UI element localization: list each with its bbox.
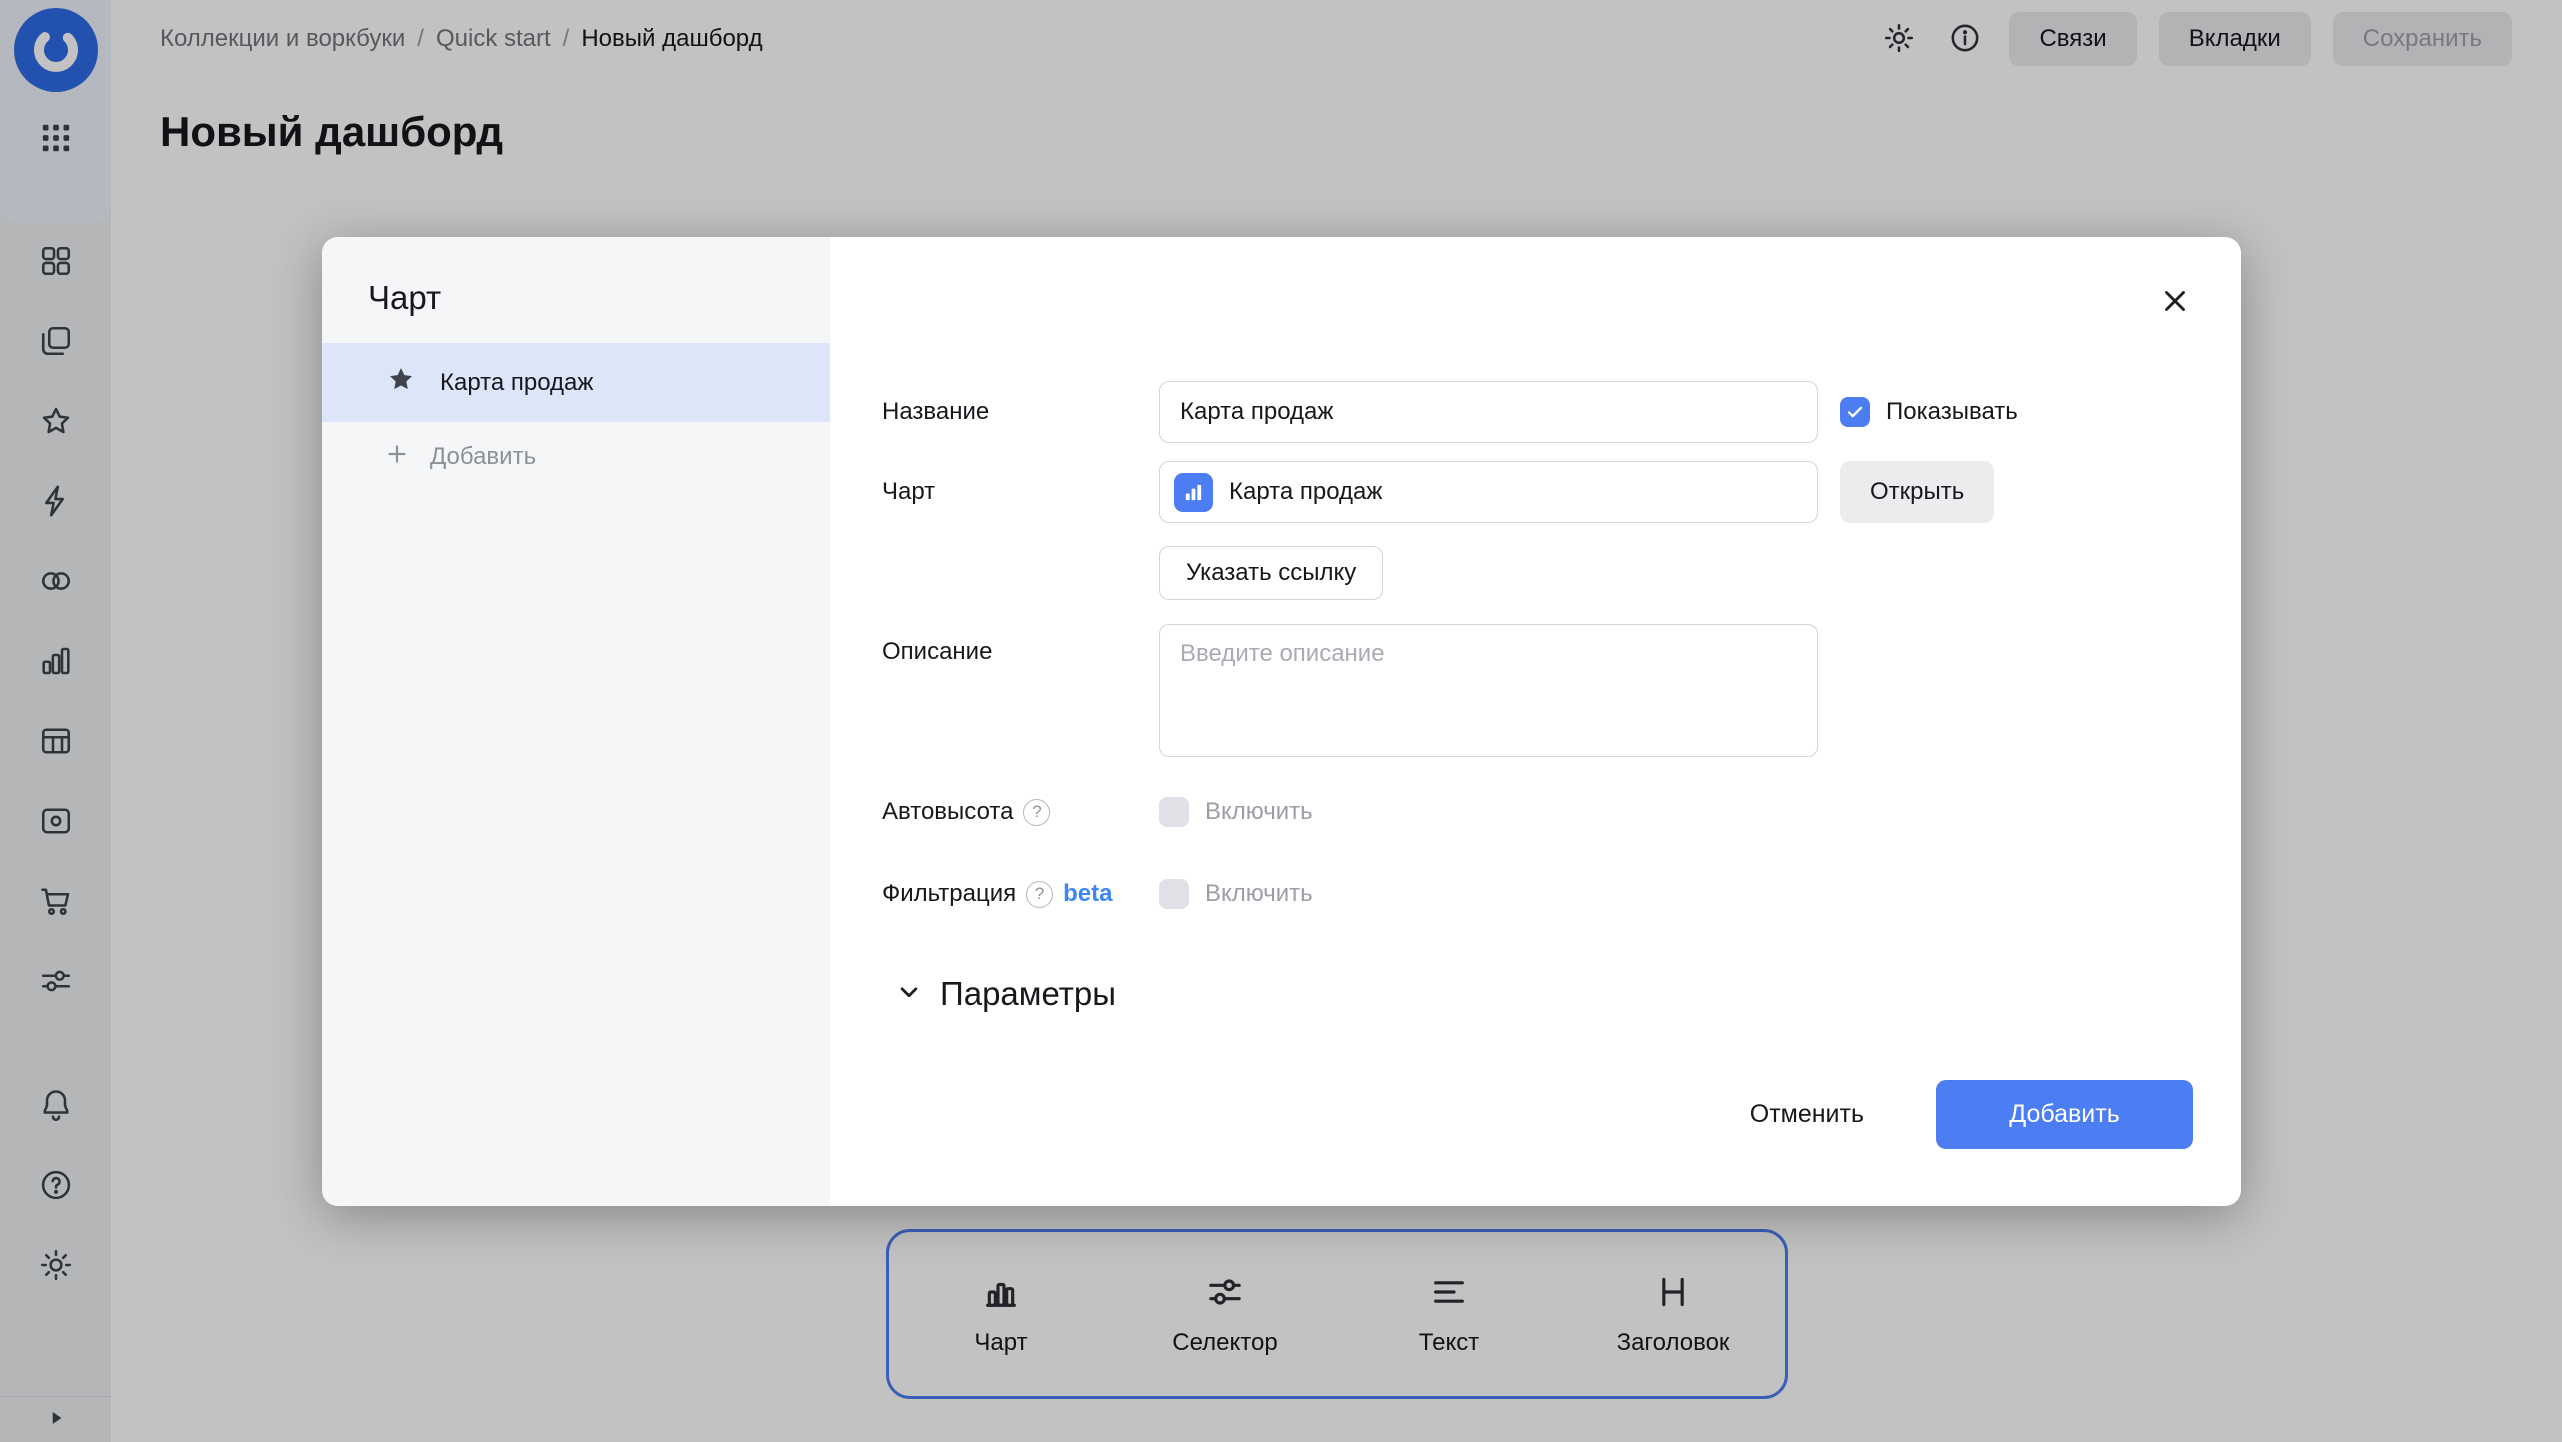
star-icon (386, 364, 416, 401)
parameters-expander[interactable]: Параметры (894, 975, 1116, 1013)
add-button[interactable]: Добавить (1936, 1080, 2193, 1149)
chevron-down-icon (894, 977, 924, 1012)
form-row-autoheight: Автовысота ? Включить (882, 791, 1313, 833)
parameters-label: Параметры (940, 975, 1116, 1013)
show-checkbox[interactable]: Показывать (1840, 397, 2018, 427)
checkbox-unchecked-icon (1159, 879, 1189, 909)
chart-type-icon (1174, 473, 1213, 512)
filtering-label-group: Фильтрация ? beta (882, 880, 1159, 908)
checkbox-checked-icon (1840, 397, 1870, 427)
name-label: Название (882, 398, 1159, 426)
name-input[interactable] (1159, 381, 1818, 443)
chart-label: Чарт (882, 478, 1159, 506)
description-label: Описание (882, 624, 1159, 666)
description-textarea[interactable] (1159, 624, 1818, 757)
add-chart-modal: Чарт Карта продаж Добавить Название (322, 237, 2241, 1206)
modal-left-panel: Чарт Карта продаж Добавить (322, 237, 830, 1206)
filtering-toggle-label: Включить (1205, 880, 1313, 908)
modal-footer: Отменить Добавить (1734, 1080, 2193, 1149)
autoheight-label: Автовысота (882, 798, 1013, 826)
plus-icon (384, 441, 410, 474)
form-row-chart: Чарт Карта продаж Открыть (882, 461, 1994, 523)
show-checkbox-label: Показывать (1886, 398, 2018, 426)
filtering-checkbox[interactable]: Включить (1159, 879, 1313, 909)
autoheight-toggle-label: Включить (1205, 798, 1313, 826)
panel-add-button[interactable]: Добавить (322, 422, 830, 492)
panel-item-label: Карта продаж (440, 369, 593, 397)
form-row-description: Описание (882, 624, 1818, 757)
modal-close-button[interactable] (2155, 282, 2195, 322)
specify-link-button[interactable]: Указать ссылку (1159, 546, 1383, 600)
chart-picker-field[interactable]: Карта продаж (1159, 461, 1818, 523)
app-screen: Коллекции и воркбуки / Quick start / Нов… (0, 0, 2562, 1442)
filtering-label: Фильтрация (882, 880, 1016, 908)
autoheight-checkbox[interactable]: Включить (1159, 797, 1313, 827)
chart-picker-value: Карта продаж (1229, 478, 1382, 506)
autoheight-help-icon[interactable]: ? (1023, 799, 1050, 826)
open-chart-button[interactable]: Открыть (1840, 461, 1994, 523)
form-row-link: Указать ссылку (882, 546, 1383, 600)
beta-badge: beta (1063, 880, 1112, 908)
filtering-help-icon[interactable]: ? (1026, 881, 1053, 908)
autoheight-label-group: Автовысота ? (882, 798, 1159, 826)
form-row-name: Название Показывать (882, 381, 2018, 443)
panel-item-chart[interactable]: Карта продаж (322, 343, 830, 422)
close-icon (2158, 306, 2192, 321)
panel-add-label: Добавить (430, 443, 536, 471)
checkbox-unchecked-icon (1159, 797, 1189, 827)
cancel-button[interactable]: Отменить (1734, 1100, 1880, 1129)
form-row-filtering: Фильтрация ? beta Включить (882, 873, 1313, 915)
modal-panel-title: Чарт (368, 279, 830, 317)
